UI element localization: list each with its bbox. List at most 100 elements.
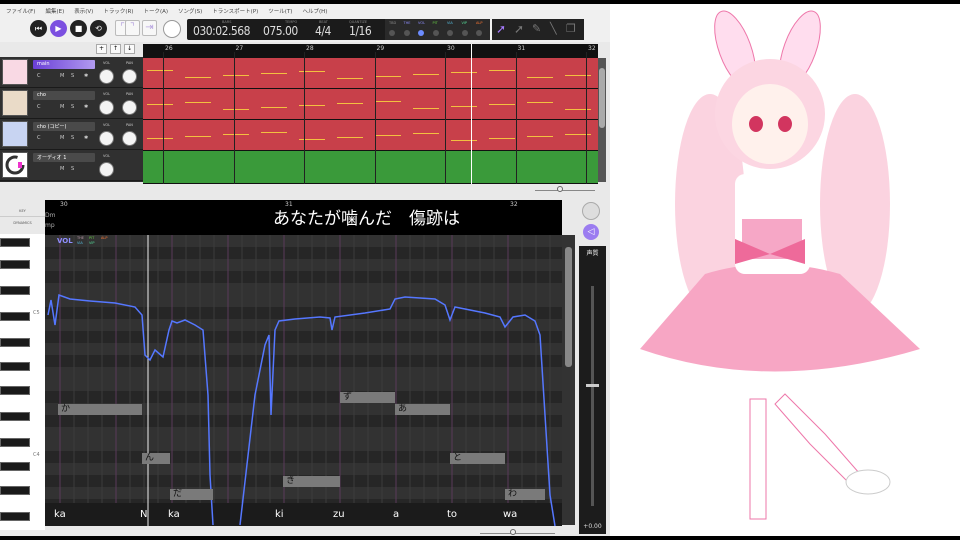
track-row[interactable]: オーディオ 1 M S VOL [0, 150, 143, 181]
param-label-via[interactable]: VIA [447, 21, 453, 25]
note[interactable]: き [283, 476, 340, 487]
track-button-solo[interactable]: S [71, 73, 74, 79]
lane-cho[interactable] [143, 89, 598, 119]
black-key[interactable] [0, 260, 30, 269]
black-key[interactable] [0, 312, 30, 321]
metronome-knob[interactable] [163, 20, 181, 38]
phoneme[interactable]: a [393, 509, 399, 520]
play-button[interactable]: ▶ [50, 20, 67, 37]
track-button-fx[interactable]: ✱ [84, 104, 88, 110]
lane-main[interactable] [143, 58, 598, 88]
dynamics-value[interactable]: mp [45, 222, 55, 229]
param-toggle[interactable] [432, 30, 439, 36]
track-row[interactable]: main C M S ✱ VOL PAN [0, 57, 143, 88]
track-button-fx[interactable]: ✱ [84, 135, 88, 141]
track-row[interactable]: cho (コピー) C M S ✱ VOL PAN [0, 119, 143, 150]
move-track-up-button[interactable]: ↑ [110, 44, 121, 54]
note[interactable]: だ [170, 489, 213, 500]
pan-knob[interactable] [122, 131, 137, 146]
phoneme[interactable]: zu [333, 509, 345, 520]
menu-track[interactable]: トラック(R) [103, 7, 133, 15]
menu-help[interactable]: ヘルプ(H) [302, 7, 327, 15]
menu-tools[interactable]: ツール(T) [268, 7, 292, 15]
black-key[interactable] [0, 486, 30, 495]
menu-talk[interactable]: トーク(A) [143, 7, 168, 15]
track-button-c[interactable]: C [37, 135, 41, 141]
piano-roll-zoom-slider[interactable] [480, 528, 555, 535]
track-button-mute[interactable]: M [60, 135, 64, 141]
track-button-mute[interactable]: M [60, 73, 64, 79]
track-timeline[interactable]: 26 27 28 29 30 31 32 [143, 44, 598, 184]
menu-transport[interactable]: トランスポート(P) [212, 7, 258, 15]
move-track-down-button[interactable]: ↓ [124, 44, 135, 54]
black-key[interactable] [0, 286, 30, 295]
note[interactable]: あ [395, 404, 450, 415]
param-label-alp[interactable]: ALP [476, 21, 482, 25]
track-button-mute[interactable]: M [60, 166, 64, 172]
copy-tool-icon[interactable]: ❐ [566, 22, 576, 35]
select-tool-icon[interactable]: ➚ [496, 22, 506, 36]
track-row[interactable]: cho C M S ✱ VOL PAN [0, 88, 143, 119]
track-vscrollbar[interactable] [598, 58, 606, 182]
track-zoom-slider[interactable] [535, 185, 595, 192]
phoneme[interactable]: ka [54, 509, 66, 520]
track-button-mute[interactable]: M [60, 104, 64, 110]
param-label-tbd[interactable]: TBD [389, 21, 396, 25]
param-label-pit[interactable]: PIT [433, 21, 438, 25]
track-name[interactable]: main [33, 60, 95, 69]
loop-button[interactable]: ⟲ [90, 20, 107, 37]
volume-knob[interactable] [99, 69, 114, 84]
key-value[interactable]: Dm [45, 212, 55, 219]
volume-knob[interactable] [99, 162, 114, 177]
eraser-icon[interactable]: ✎ [532, 22, 541, 35]
param-toggle[interactable] [389, 30, 395, 36]
param-toggle[interactable] [403, 30, 410, 36]
param-toggle[interactable] [447, 30, 453, 36]
param-toggle[interactable] [461, 30, 468, 36]
volume-knob[interactable] [99, 131, 114, 146]
speaker-icon[interactable]: ◁ [583, 224, 599, 240]
tempo-value[interactable]: 075.00 [263, 24, 298, 38]
add-track-button[interactable]: + [96, 44, 107, 54]
black-key[interactable] [0, 438, 30, 447]
black-key[interactable] [0, 238, 30, 247]
voice-quality-slider[interactable] [586, 286, 599, 506]
track-button-fx[interactable]: ✱ [84, 73, 88, 79]
black-key[interactable] [0, 512, 30, 521]
param-toggle[interactable] [418, 30, 424, 36]
param-toggle[interactable] [476, 30, 482, 36]
param-label-the[interactable]: THE [404, 21, 411, 25]
phoneme[interactable]: ka [168, 509, 180, 520]
stop-button[interactable]: ■ [70, 20, 87, 37]
track-button-solo[interactable]: S [71, 104, 74, 110]
line-tool-icon[interactable]: ╲ [550, 22, 557, 35]
note[interactable]: ん [142, 453, 170, 464]
piano-keyboard[interactable]: C5 C4 [0, 234, 45, 530]
param-label-vol[interactable]: VOL [418, 21, 425, 25]
track-button-c[interactable]: C [37, 73, 41, 79]
note[interactable]: か [58, 404, 142, 415]
volume-knob[interactable] [99, 100, 114, 115]
pan-knob[interactable] [122, 100, 137, 115]
phoneme[interactable]: to [447, 509, 457, 520]
beat-value[interactable]: 4/4 [315, 24, 331, 38]
track-name[interactable]: オーディオ 1 [33, 153, 95, 162]
black-key[interactable] [0, 338, 30, 347]
track-button-solo[interactable]: S [71, 135, 74, 141]
record-button[interactable] [582, 202, 600, 220]
note[interactable]: わ [505, 489, 545, 500]
lane-cho-copy[interactable] [143, 120, 598, 150]
menu-edit[interactable]: 編集(E) [45, 7, 64, 15]
lane-audio[interactable] [143, 151, 598, 183]
black-key[interactable] [0, 462, 30, 471]
follow-icon[interactable]: ⇥ [142, 20, 157, 36]
track-button-c[interactable]: C [37, 104, 41, 110]
black-key[interactable] [0, 412, 30, 421]
range-select-icon[interactable]: ➚ [514, 22, 524, 36]
piano-roll-editor[interactable]: 30 31 32 Dm mp あなたが噛んだ 傷跡は VOL THE PIT ALP… [45, 200, 562, 526]
phoneme[interactable]: N [140, 509, 147, 520]
phoneme[interactable]: wa [503, 509, 517, 520]
param-label-vip[interactable]: VIP [462, 21, 468, 25]
pan-knob[interactable] [122, 69, 137, 84]
loop-end-icon[interactable]: ⌝ [125, 20, 140, 36]
